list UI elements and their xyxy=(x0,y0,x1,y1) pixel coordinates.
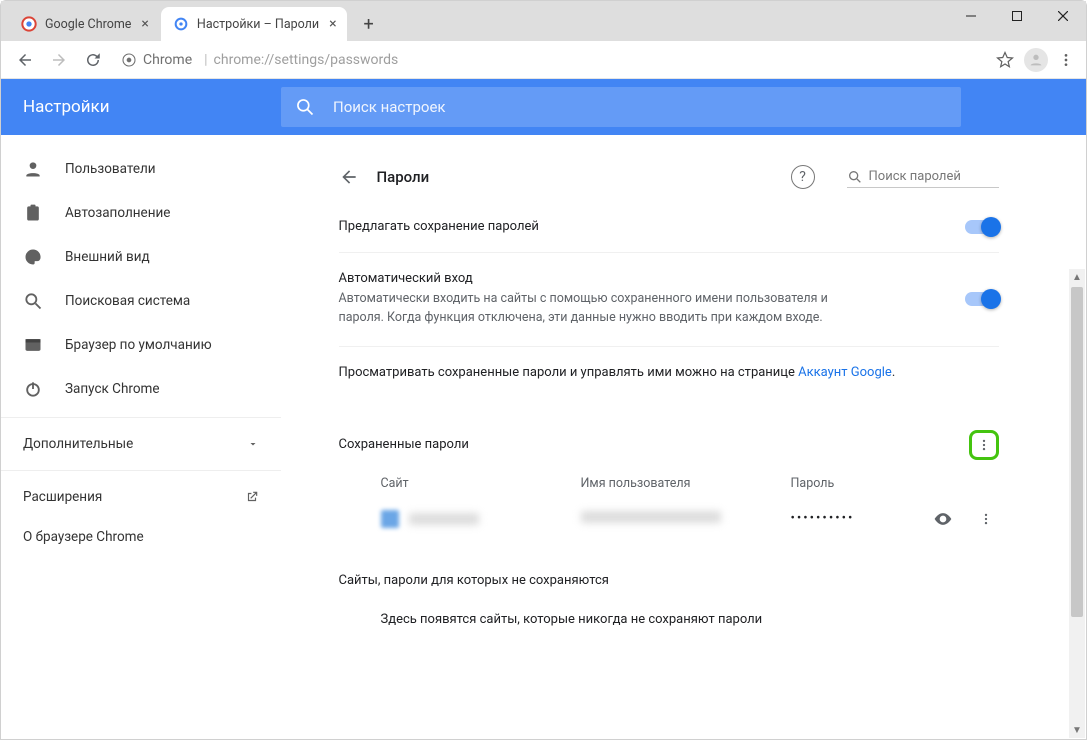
search-icon xyxy=(295,97,315,117)
minimize-button[interactable] xyxy=(948,1,994,31)
password-row: •••••••••• xyxy=(339,499,999,539)
settings-search-input[interactable] xyxy=(333,98,947,116)
address-bar: Chrome | chrome://settings/passwords xyxy=(1,41,1086,79)
site-name xyxy=(409,513,479,525)
show-password-button[interactable] xyxy=(933,509,953,529)
sidebar-item-label: Автозаполнение xyxy=(65,205,170,221)
sidebar-item-label: Браузер по умолчанию xyxy=(65,337,212,353)
clipboard-icon xyxy=(23,203,43,223)
never-save-empty: Здесь появятся сайты, которые никогда не… xyxy=(339,588,999,627)
col-pass: Пароль xyxy=(791,476,999,491)
browser-tab-2[interactable]: Настройки – Пароли × xyxy=(161,7,347,41)
new-tab-button[interactable]: + xyxy=(355,10,383,38)
power-icon xyxy=(23,379,43,399)
chevron-down-icon xyxy=(247,438,259,450)
external-link-icon xyxy=(245,490,259,504)
browser-menu-icon[interactable] xyxy=(1058,52,1074,68)
setting-description: Автоматически входить на сайты с помощью… xyxy=(339,290,859,328)
scroll-thumb[interactable] xyxy=(1071,287,1083,617)
sidebar-item-default-browser[interactable]: Браузер по умолчанию xyxy=(1,323,281,367)
google-account-info: Просматривать сохраненные пароли и управ… xyxy=(339,347,999,398)
browser-icon xyxy=(23,335,43,355)
url-input[interactable]: Chrome | chrome://settings/passwords xyxy=(111,52,994,68)
col-site: Сайт xyxy=(381,476,581,491)
help-icon[interactable]: ? xyxy=(791,165,815,189)
back-button[interactable] xyxy=(339,167,359,187)
sidebar-about-label: О браузере Chrome xyxy=(23,529,144,545)
sidebar-item-on-startup[interactable]: Запуск Chrome xyxy=(1,367,281,411)
window-titlebar: Google Chrome × Настройки – Пароли × + xyxy=(1,1,1086,41)
nav-forward-button[interactable] xyxy=(43,44,75,76)
nav-back-button[interactable] xyxy=(9,44,41,76)
bookmark-star-icon[interactable] xyxy=(996,51,1014,69)
scheme-label: Chrome xyxy=(143,52,192,68)
sidebar-item-label: Запуск Chrome xyxy=(65,381,160,397)
person-icon xyxy=(23,159,43,179)
sidebar-item-people[interactable]: Пользователи xyxy=(1,147,281,191)
tab-title: Google Chrome xyxy=(45,17,131,32)
setting-label: Предлагать сохранение паролей xyxy=(339,219,539,234)
settings-favicon xyxy=(173,16,189,32)
scroll-up-icon[interactable]: ▲ xyxy=(1069,269,1085,285)
sidebar-item-search-engine[interactable]: Поисковая система xyxy=(1,279,281,323)
tab-title: Настройки – Пароли xyxy=(197,17,319,32)
page-title: Пароли xyxy=(377,168,430,186)
setting-auto-signin: Автоматический вход Автоматически входит… xyxy=(339,253,999,347)
chrome-favicon xyxy=(21,16,37,32)
sidebar-item-autofill[interactable]: Автозаполнение xyxy=(1,191,281,235)
sidebar-about-link[interactable]: О браузере Chrome xyxy=(1,517,281,557)
settings-search[interactable] xyxy=(281,87,961,127)
setting-offer-save: Предлагать сохранение паролей xyxy=(339,201,999,253)
close-icon[interactable]: × xyxy=(141,16,148,32)
settings-header: Настройки xyxy=(1,79,1086,135)
row-menu-button[interactable] xyxy=(979,512,993,526)
sidebar-item-label: Пользователи xyxy=(65,161,156,177)
password-table-header: Сайт Имя пользователя Пароль xyxy=(339,464,999,499)
scroll-down-icon[interactable]: ▼ xyxy=(1069,722,1085,738)
close-window-button[interactable] xyxy=(1040,1,1086,31)
saved-passwords-menu-button[interactable] xyxy=(969,430,999,460)
palette-icon xyxy=(23,247,43,267)
password-value: •••••••••• xyxy=(791,511,933,526)
saved-passwords-title: Сохраненные пароли xyxy=(339,437,469,452)
vertical-scrollbar[interactable]: ▲ ▼ xyxy=(1069,269,1085,738)
chrome-origin-icon xyxy=(121,52,137,68)
settings-header-title: Настройки xyxy=(1,97,281,117)
url-text: chrome://settings/passwords xyxy=(214,52,399,68)
password-search-input[interactable] xyxy=(869,169,999,184)
maximize-button[interactable] xyxy=(994,1,1040,31)
sidebar-item-label: Внешний вид xyxy=(65,249,150,265)
google-account-link[interactable]: Аккаунт Google xyxy=(798,365,892,380)
toggle-auto-signin[interactable] xyxy=(965,292,999,306)
sidebar-extensions-label: Расширения xyxy=(23,489,102,505)
more-vert-icon xyxy=(979,512,993,526)
toggle-offer-save[interactable] xyxy=(965,220,999,234)
password-search[interactable] xyxy=(847,167,999,188)
more-vert-icon xyxy=(977,438,991,452)
close-icon[interactable]: × xyxy=(329,16,336,32)
search-icon xyxy=(847,169,863,185)
settings-sidebar: Пользователи Автозаполнение Внешний вид … xyxy=(1,135,281,739)
never-save-title: Сайты, пароли для которых не сохраняются xyxy=(339,573,999,588)
col-user: Имя пользователя xyxy=(581,476,791,491)
sidebar-advanced-toggle[interactable]: Дополнительные xyxy=(1,424,281,464)
reload-button[interactable] xyxy=(77,44,109,76)
site-favicon xyxy=(381,510,399,528)
search-icon xyxy=(23,291,43,311)
setting-label: Автоматический вход xyxy=(339,271,859,286)
sidebar-extensions-link[interactable]: Расширения xyxy=(1,477,281,517)
username-value xyxy=(581,511,721,523)
profile-avatar-icon[interactable] xyxy=(1024,48,1048,72)
sidebar-item-appearance[interactable]: Внешний вид xyxy=(1,235,281,279)
sidebar-advanced-label: Дополнительные xyxy=(23,436,133,452)
eye-icon xyxy=(933,509,953,529)
browser-tab-1[interactable]: Google Chrome × xyxy=(9,7,159,41)
sidebar-item-label: Поисковая система xyxy=(65,293,190,309)
